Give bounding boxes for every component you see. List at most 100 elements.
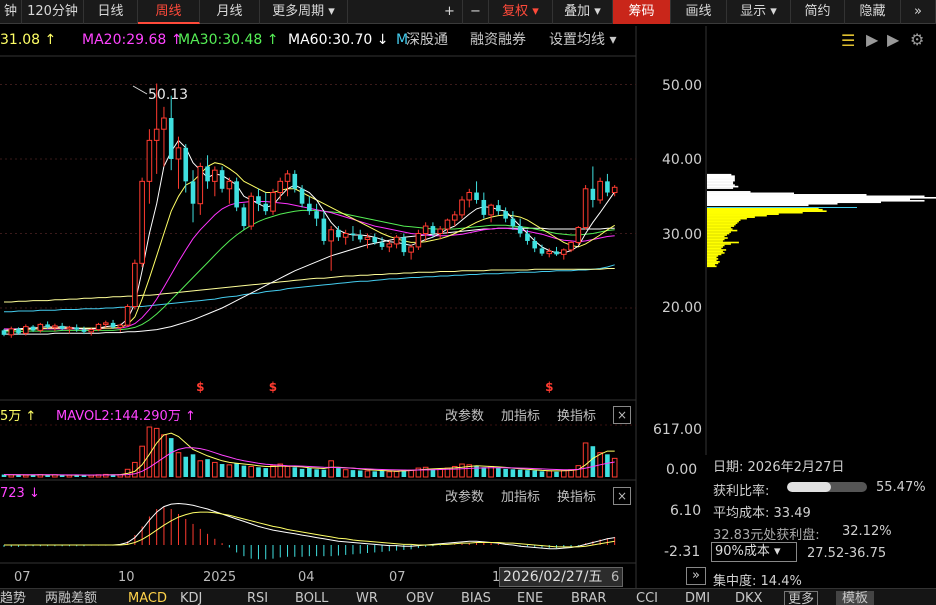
chip-settings-icon[interactable]: ⚙ <box>910 30 924 49</box>
volume-switch-indicator-button[interactable]: 换指标 <box>557 405 596 424</box>
macd-close-icon[interactable]: × <box>613 487 631 505</box>
candle-body <box>263 203 269 212</box>
indicator-tab-15[interactable]: 模板 <box>836 591 875 605</box>
volume-bar <box>336 468 341 477</box>
high-marker-line <box>132 85 148 95</box>
indicator-tab-1[interactable]: 两融差额 <box>45 591 97 605</box>
volume-bar <box>510 469 516 477</box>
ma120-line <box>4 268 615 303</box>
link-hk-connect[interactable]: 深股通 <box>406 29 448 51</box>
chip-flag2-icon[interactable]: ▶ <box>887 30 899 49</box>
volume-bar <box>212 461 218 478</box>
volume-bar <box>307 468 312 477</box>
indicator-tab-5[interactable]: BOLL <box>295 591 328 605</box>
chip-bar-yellow <box>707 262 719 265</box>
chip-bar-yellow <box>707 247 722 250</box>
info-profit-label: 获利比率: <box>713 484 770 499</box>
candle-body <box>415 233 422 248</box>
macd-switch-indicator-button[interactable]: 换指标 <box>557 486 596 505</box>
volume-bar <box>292 467 298 477</box>
mavol2-value: MAVOL2:144.290万 ↑ <box>56 409 196 424</box>
indicator-tab-0[interactable]: 趋势 <box>0 591 26 605</box>
chip-flag-icon[interactable]: ▶ <box>866 30 878 49</box>
volume-bar <box>226 464 233 478</box>
candle-body <box>248 195 254 227</box>
indicator-tab-11[interactable]: CCI <box>636 591 658 605</box>
chip-bar-light <box>707 196 936 199</box>
candle-body <box>437 228 443 234</box>
price-tick-20: 20.00 <box>662 300 703 316</box>
chip-bar-yellow <box>707 259 717 262</box>
chip-bar-light <box>707 194 867 196</box>
volume-bar <box>379 470 385 477</box>
ma30-value: MA30:30.48 ↑ <box>178 32 279 48</box>
indicator-tab-4[interactable]: RSI <box>247 591 268 605</box>
volume-bar <box>560 470 567 478</box>
candle-body <box>132 262 138 308</box>
volume-add-indicator-button[interactable]: 加指标 <box>501 405 540 424</box>
candle-body <box>575 227 582 243</box>
indicator-tab-2[interactable]: MACD <box>128 591 167 605</box>
indicator-tab-9[interactable]: ENE <box>517 591 543 605</box>
candle-body <box>342 233 349 238</box>
date-nav-icon[interactable]: » <box>686 567 706 585</box>
volume-bar <box>437 468 443 478</box>
indicator-tab-8[interactable]: BIAS <box>461 591 491 605</box>
volume-bar <box>168 438 174 477</box>
macd-add-indicator-button[interactable]: 加指标 <box>501 486 540 505</box>
info-date: 日期: 2026年2月27日 <box>713 456 844 475</box>
date-tick: 07 <box>389 570 406 585</box>
profit-ratio-bar <box>787 482 867 492</box>
candle-body <box>219 170 225 189</box>
link-ma-settings[interactable]: 设置均线 ▾ <box>549 29 616 51</box>
volume-bar <box>575 465 582 478</box>
chip-bar-yellow <box>707 237 728 239</box>
indicator-tab-3[interactable]: KDJ <box>180 591 202 605</box>
cost-range-select[interactable]: 90%成本 ▾ <box>711 542 797 562</box>
volume-bar <box>241 465 247 477</box>
macd-dif-line <box>4 502 615 550</box>
indicator-tab-13[interactable]: DKX <box>735 591 762 605</box>
candle-body <box>190 181 196 204</box>
chip-bar-yellow <box>707 222 738 224</box>
indicator-tab-12[interactable]: DMI <box>685 591 710 605</box>
candle-body <box>23 326 29 334</box>
chip-bar-white <box>707 179 735 182</box>
chip-bar-yellow <box>707 235 725 238</box>
macd-edit-params-button[interactable]: 改参数 <box>445 486 484 505</box>
candle-body <box>539 248 545 254</box>
candle-body <box>307 203 312 212</box>
candle-body <box>241 207 247 227</box>
volume-bar <box>23 474 29 478</box>
link-margin[interactable]: 融资融券 <box>470 29 526 51</box>
macd-header-left: 723 ↓ <box>0 486 40 501</box>
candle-body <box>582 188 589 229</box>
volume-edit-params-button[interactable]: 改参数 <box>445 405 484 424</box>
indicator-tab-6[interactable]: WR <box>356 591 378 605</box>
ma-legend: 31.08 ↑ MA20:29.68 ↑ MA30:30.48 ↑ MA60:3… <box>0 29 636 51</box>
candle-body <box>517 226 523 234</box>
candle-body <box>212 169 218 182</box>
indicator-tab-10[interactable]: BRAR <box>571 591 606 605</box>
chip-bar-yellow <box>707 261 720 263</box>
volume-close-icon[interactable]: × <box>613 406 631 424</box>
macd-tick-max: 6.10 <box>670 503 702 519</box>
macd-dea-line <box>4 511 615 548</box>
candle-body <box>605 181 610 193</box>
indicator-tab-7[interactable]: OBV <box>406 591 434 605</box>
volume-bar <box>321 469 327 477</box>
volume-bar <box>284 465 291 478</box>
candle-body <box>459 199 465 216</box>
candle-body <box>611 186 618 194</box>
candle-body <box>124 306 131 326</box>
candle-body <box>430 226 436 234</box>
chip-bar-yellow <box>707 256 717 259</box>
candle-body <box>314 211 319 219</box>
volume-bar <box>554 471 559 477</box>
candle-body <box>401 237 407 253</box>
indicator-tab-14[interactable]: 更多 <box>784 591 819 605</box>
chip-bar-yellow <box>707 240 723 242</box>
volume-bar <box>153 427 160 478</box>
chip-list-icon[interactable]: ☰ <box>841 31 855 50</box>
chip-bar-yellow <box>707 250 723 253</box>
